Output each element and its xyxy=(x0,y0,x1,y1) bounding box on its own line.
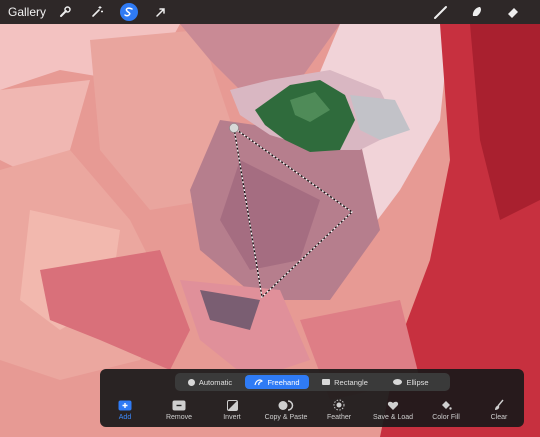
selection-actions: Add Remove Invert Copy & Paste Feather S… xyxy=(100,398,524,426)
selection-icon[interactable] xyxy=(120,3,139,21)
heart-icon xyxy=(387,398,399,412)
mode-rectangle[interactable]: Rectangle xyxy=(309,375,381,389)
ellipse-icon xyxy=(393,379,403,385)
color-fill-button[interactable]: Color Fill xyxy=(416,398,476,421)
copy-paste-button[interactable]: Copy & Paste xyxy=(256,398,316,421)
smudge-icon[interactable] xyxy=(468,3,486,21)
gallery-button[interactable]: Gallery xyxy=(8,5,46,19)
copy-paste-icon xyxy=(278,398,294,412)
mode-automatic[interactable]: Automatic xyxy=(175,375,245,389)
add-icon xyxy=(118,398,132,412)
eraser-icon[interactable] xyxy=(504,3,522,21)
rectangle-icon xyxy=(322,379,331,385)
selection-start-node[interactable] xyxy=(229,123,239,133)
circle-icon xyxy=(187,378,195,386)
remove-icon xyxy=(172,398,186,412)
brush-icon[interactable] xyxy=(432,3,450,21)
selection-mode-segmented: Automatic Freehand Rectangle Ellipse xyxy=(175,373,450,391)
freehand-icon xyxy=(254,379,264,386)
clear-button[interactable]: Clear xyxy=(469,398,529,421)
save-load-button[interactable]: Save & Load xyxy=(363,398,423,421)
mode-ellipse[interactable]: Ellipse xyxy=(381,375,441,389)
feather-button[interactable]: Feather xyxy=(309,398,369,421)
wrench-icon[interactable] xyxy=(56,3,74,21)
top-toolbar: Gallery xyxy=(0,0,540,24)
feather-icon xyxy=(333,398,345,412)
invert-button[interactable]: Invert xyxy=(202,398,262,421)
remove-button[interactable]: Remove xyxy=(149,398,209,421)
clear-icon xyxy=(493,398,505,412)
transform-arrow-icon[interactable] xyxy=(152,3,170,21)
add-button[interactable]: Add xyxy=(95,398,155,421)
mode-freehand[interactable]: Freehand xyxy=(245,375,309,389)
fill-icon xyxy=(440,398,452,412)
invert-icon xyxy=(226,398,238,412)
magic-wand-icon[interactable] xyxy=(88,3,106,21)
tool-group xyxy=(432,0,540,24)
